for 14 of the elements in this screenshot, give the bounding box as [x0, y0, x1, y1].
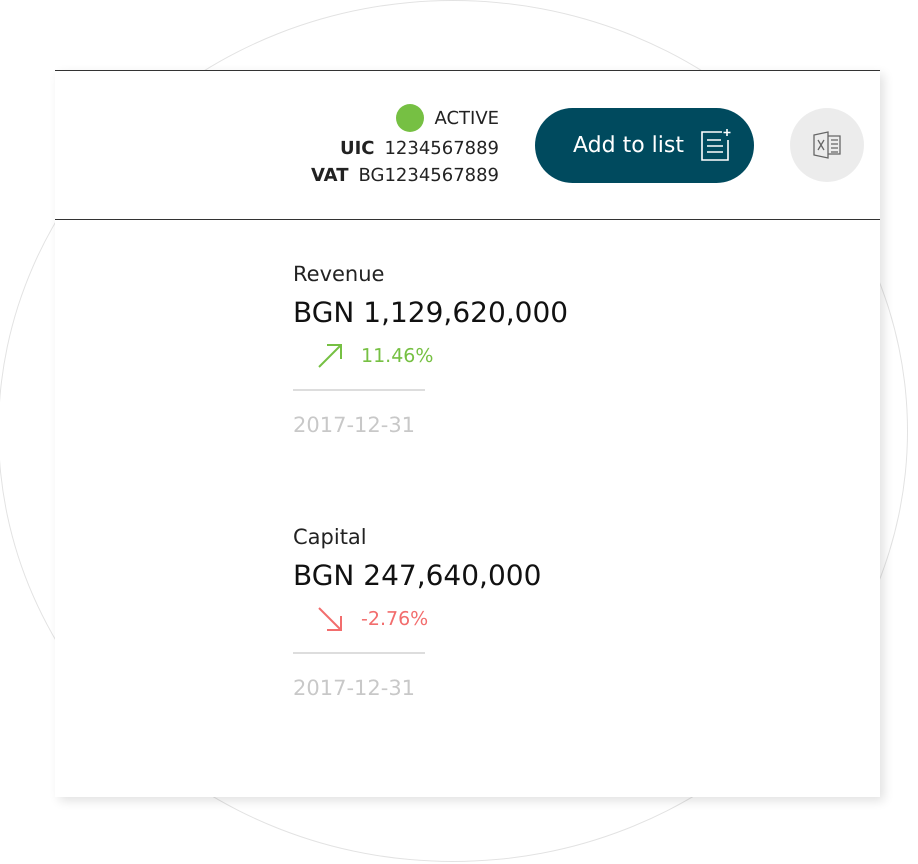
- change-percent: 11.46%: [361, 345, 434, 367]
- id-label: VAT: [310, 165, 348, 186]
- status-label: ACTIVE: [434, 108, 500, 128]
- id-value: BG1234567889: [358, 165, 500, 186]
- id-label: UIC: [340, 138, 374, 159]
- list-add-icon: [700, 128, 732, 162]
- change-percent: -2.76%: [361, 608, 428, 630]
- id-value: 1234567889: [384, 138, 500, 159]
- metric-amount: BGN 1,129,620,000: [293, 296, 570, 329]
- add-to-list-button[interactable]: Add to list: [535, 108, 754, 182]
- metric-amount: BGN 247,640,000: [293, 559, 542, 592]
- spreadsheet-icon: [812, 131, 842, 159]
- metric-title: Revenue: [293, 262, 386, 286]
- metric-title: Capital: [293, 525, 368, 549]
